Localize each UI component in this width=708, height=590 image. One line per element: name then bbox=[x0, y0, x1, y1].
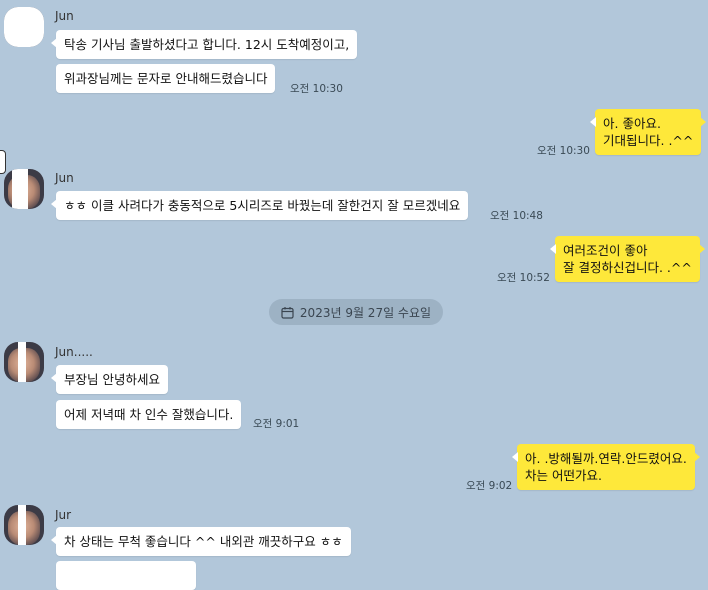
calendar-icon bbox=[281, 306, 294, 319]
message-line: 여러조건이 좋아 bbox=[563, 243, 648, 258]
date-label: 2023년 9월 27일 수요일 bbox=[299, 305, 432, 320]
date-divider: 2023년 9월 27일 수요일 bbox=[269, 299, 443, 325]
message-bubble[interactable]: 부장님 안녕하세요 bbox=[51, 365, 168, 394]
my-message-bubble[interactable]: 아. 좋아요. 기대됩니다. .^^ bbox=[589, 109, 707, 155]
message-line: 잘 결정하신겁니다. .^^ bbox=[563, 260, 692, 275]
message-bubble[interactable]: 어제 저녁때 차 인수 잘했습니다. bbox=[56, 400, 242, 429]
message-time: 오전 10:48 bbox=[490, 210, 543, 222]
message-bubble[interactable]: 차 상태는 무척 좋습니다 ^^ 내외관 깨끗하구요 ㅎㅎ bbox=[51, 527, 351, 556]
message-bubble[interactable]: ㅎㅎ 이클 사려다가 충동적으로 5시리즈로 바꿨는데 잘한건지 잘 모르겠네요 bbox=[50, 191, 469, 220]
message-bubble[interactable]: 탁송 기사님 출발하셨다고 합니다. 12시 도착예정이고, bbox=[50, 30, 358, 59]
message-line: 기대됩니다. .^^ bbox=[603, 133, 694, 148]
avatar[interactable] bbox=[4, 505, 44, 545]
message-bubble[interactable]: 위과장님께는 문자로 안내해드렸습니다 bbox=[56, 64, 276, 93]
mouse-cursor bbox=[0, 150, 6, 174]
message-bubble-partial[interactable] bbox=[56, 561, 196, 590]
message-time: 오전 10:52 bbox=[497, 272, 550, 284]
message-line: 아. .방해될까.연락.안드렸어요. bbox=[525, 451, 687, 466]
sender-name: Jun bbox=[55, 9, 74, 23]
avatar[interactable] bbox=[4, 7, 44, 47]
sender-name: Jur bbox=[55, 508, 72, 522]
message-time: 오전 9:01 bbox=[253, 418, 300, 430]
message-line: 차는 어떤가요. bbox=[525, 468, 602, 483]
message-time: 오전 9:02 bbox=[466, 480, 513, 492]
avatar[interactable] bbox=[4, 169, 44, 209]
sender-name: Jun bbox=[55, 171, 74, 185]
avatar[interactable] bbox=[4, 342, 44, 382]
message-time: 오전 10:30 bbox=[290, 83, 343, 95]
my-message-bubble[interactable]: 여러조건이 좋아 잘 결정하신겁니다. .^^ bbox=[550, 236, 705, 282]
my-message-bubble[interactable]: 아. .방해될까.연락.안드렸어요. 차는 어떤가요. bbox=[512, 444, 700, 490]
sender-name: Jun..... bbox=[55, 345, 93, 359]
message-line: 아. 좋아요. bbox=[603, 116, 661, 131]
message-time: 오전 10:30 bbox=[537, 145, 590, 157]
